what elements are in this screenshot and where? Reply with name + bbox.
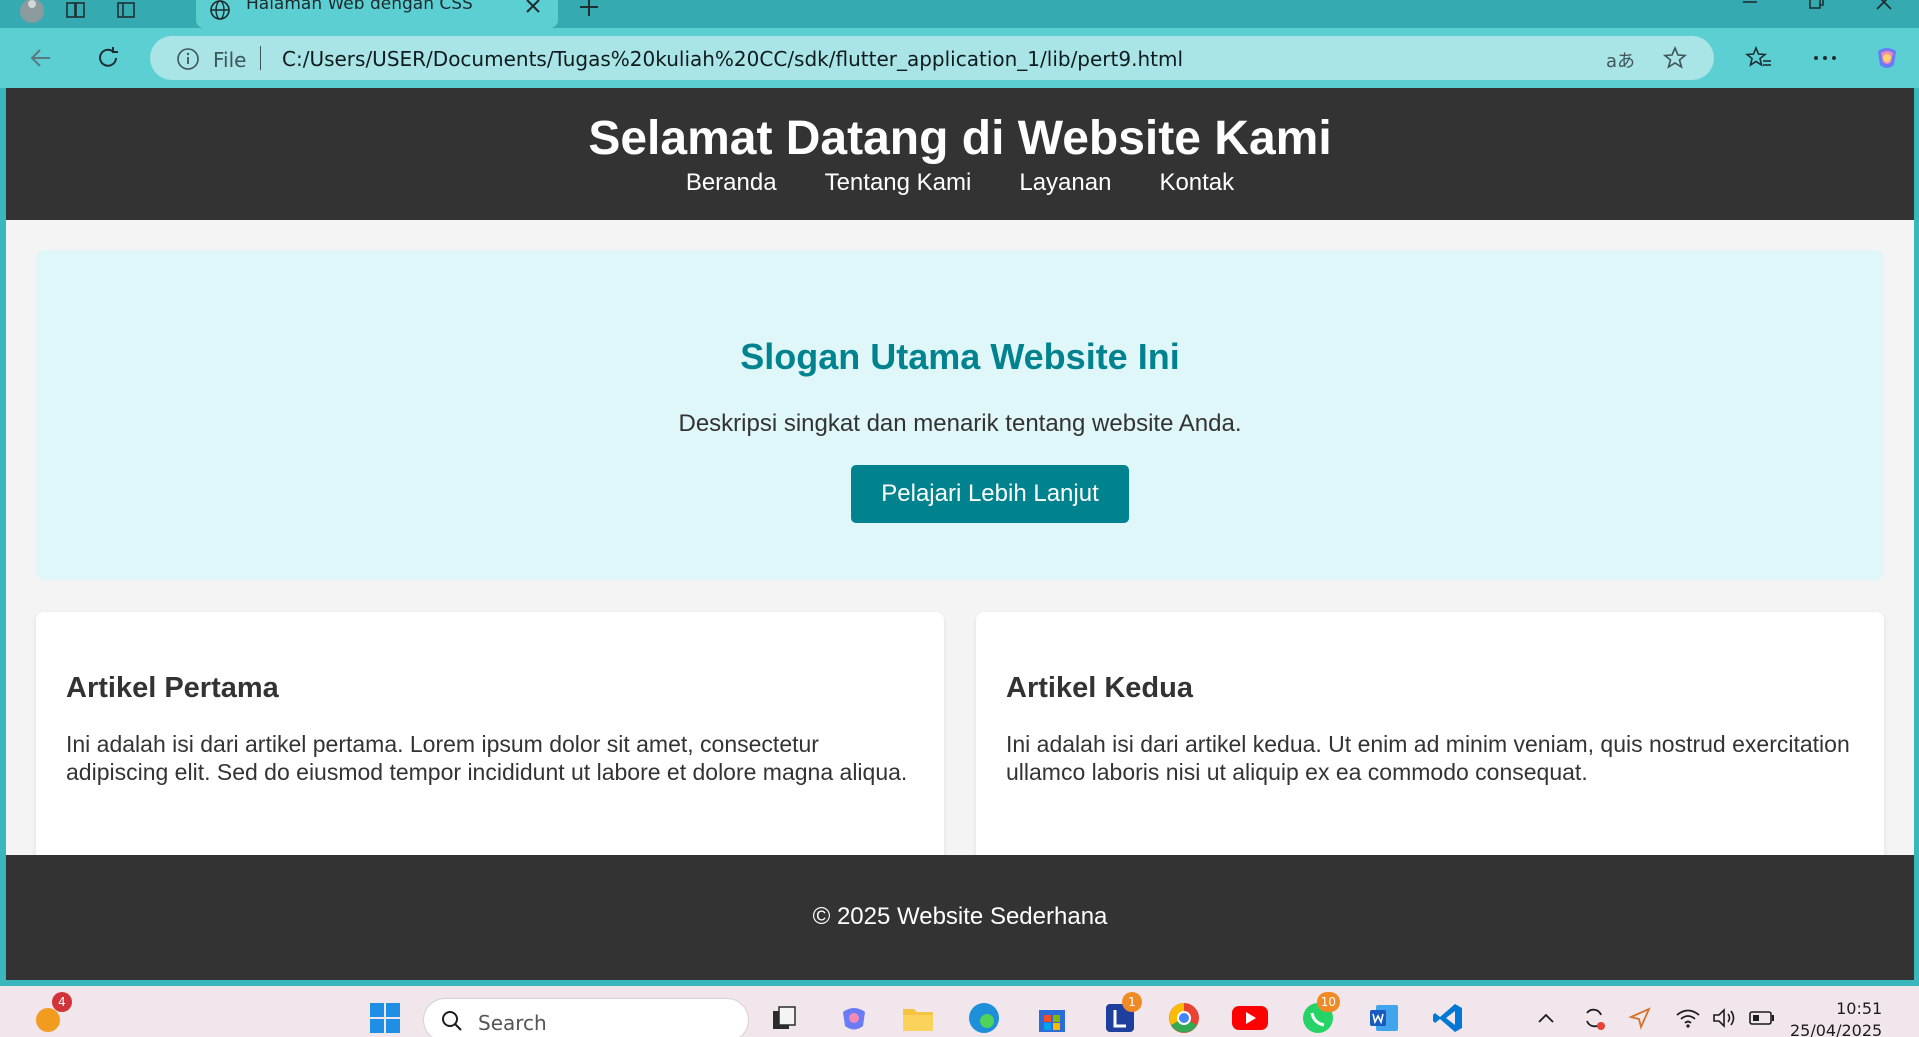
chevron-up-icon[interactable] xyxy=(1526,998,1566,1037)
word-icon[interactable] xyxy=(1364,998,1404,1037)
site-title: Selamat Datang di Website Kami xyxy=(588,112,1332,165)
taskbar: 4 Search 1 10 10:51 25/04/2025 xyxy=(0,986,1919,1037)
page-viewport: Selamat Datang di Website Kami Beranda T… xyxy=(6,88,1914,980)
weather-badge: 4 xyxy=(52,992,72,1012)
protocol-label: File xyxy=(213,48,247,72)
whatsapp-badge: 10 xyxy=(1316,992,1340,1012)
refresh-icon[interactable] xyxy=(93,43,123,73)
store-icon[interactable] xyxy=(1032,998,1072,1037)
lens-badge: 1 xyxy=(1122,992,1142,1012)
article-title: Artikel Pertama xyxy=(66,672,279,704)
task-view-icon[interactable] xyxy=(764,998,804,1037)
hero-title: Slogan Utama Website Ini xyxy=(740,336,1180,377)
more-menu-icon[interactable] xyxy=(1810,43,1840,73)
favorites-icon[interactable] xyxy=(1744,43,1774,73)
info-icon[interactable] xyxy=(176,47,200,76)
sync-icon[interactable] xyxy=(1574,998,1614,1037)
nav-link-kontak[interactable]: Kontak xyxy=(1159,168,1234,198)
screen: Halaman Web dengan CSS File C:/Users/USE… xyxy=(0,0,1919,1037)
whatsapp-icon[interactable]: 10 xyxy=(1298,992,1340,1037)
favorite-star-icon[interactable] xyxy=(1662,45,1688,76)
close-tab-icon[interactable] xyxy=(524,0,542,20)
url-text[interactable]: C:/Users/USER/Documents/Tugas%20kuliah%2… xyxy=(282,47,1183,71)
site-footer: © 2025 Website Sederhana xyxy=(6,855,1914,980)
tab-title: Halaman Web dengan CSS xyxy=(246,0,473,14)
minimize-icon[interactable] xyxy=(1740,0,1760,18)
vertical-tabs-icon[interactable] xyxy=(112,0,140,22)
article-body: Ini adalah isi dari artikel pertama. Lor… xyxy=(66,731,908,785)
article-body: Ini adalah isi dari artikel kedua. Ut en… xyxy=(1006,731,1850,785)
copilot-taskbar-icon[interactable] xyxy=(834,998,874,1037)
restore-icon[interactable] xyxy=(1806,0,1826,18)
youtube-icon[interactable] xyxy=(1230,998,1270,1037)
lens-app-icon[interactable]: 1 xyxy=(1100,992,1142,1037)
system-clock[interactable]: 10:51 25/04/2025 xyxy=(1790,998,1882,1037)
hero-description: Deskripsi singkat dan menarik tentang we… xyxy=(678,410,1242,437)
file-explorer-icon[interactable] xyxy=(898,998,938,1037)
battery-icon[interactable] xyxy=(1742,998,1782,1037)
volume-icon[interactable] xyxy=(1704,998,1744,1037)
search-icon xyxy=(440,1009,464,1037)
workspaces-icon[interactable] xyxy=(62,0,90,22)
translate-icon[interactable]: aあ xyxy=(1606,47,1635,73)
address-bar[interactable]: File C:/Users/USER/Documents/Tugas%20kul… xyxy=(150,36,1714,80)
wifi-icon[interactable] xyxy=(1668,998,1708,1037)
copilot-icon[interactable] xyxy=(1872,43,1902,73)
nav-link-layanan[interactable]: Layanan xyxy=(1019,168,1111,198)
address-separator xyxy=(260,46,261,70)
nav-link-beranda[interactable]: Beranda xyxy=(686,168,777,198)
back-icon[interactable] xyxy=(26,43,56,73)
start-icon[interactable] xyxy=(365,998,405,1037)
learn-more-button[interactable]: Pelajari Lebih Lanjut xyxy=(851,465,1129,523)
hero-section: Slogan Utama Website Ini Deskripsi singk… xyxy=(36,250,1884,580)
article-title: Artikel Kedua xyxy=(1006,672,1193,704)
clock-time: 10:51 xyxy=(1836,999,1883,1018)
weather-icon[interactable]: 4 xyxy=(30,992,72,1037)
edge-icon[interactable] xyxy=(964,998,1004,1037)
profile-icon[interactable] xyxy=(18,0,46,23)
vscode-icon[interactable] xyxy=(1428,998,1468,1037)
search-label: Search xyxy=(478,1011,547,1035)
globe-icon xyxy=(208,0,232,27)
close-window-icon[interactable] xyxy=(1874,0,1894,18)
tab-active[interactable]: Halaman Web dengan CSS xyxy=(196,0,558,28)
site-header: Selamat Datang di Website Kami Beranda T… xyxy=(6,88,1914,220)
site-nav: Beranda Tentang Kami Layanan Kontak xyxy=(6,168,1914,198)
taskbar-search[interactable]: Search xyxy=(423,998,749,1037)
chrome-icon[interactable] xyxy=(1164,998,1204,1037)
location-icon[interactable] xyxy=(1620,998,1660,1037)
browser-toolbar: File C:/Users/USER/Documents/Tugas%20kul… xyxy=(0,28,1919,88)
new-tab-icon[interactable] xyxy=(576,0,602,25)
clock-date: 25/04/2025 xyxy=(1790,1021,1883,1037)
nav-link-tentang-kami[interactable]: Tentang Kami xyxy=(825,168,972,198)
footer-text: © 2025 Website Sederhana xyxy=(812,903,1108,930)
browser-tab-strip: Halaman Web dengan CSS xyxy=(0,0,1919,28)
